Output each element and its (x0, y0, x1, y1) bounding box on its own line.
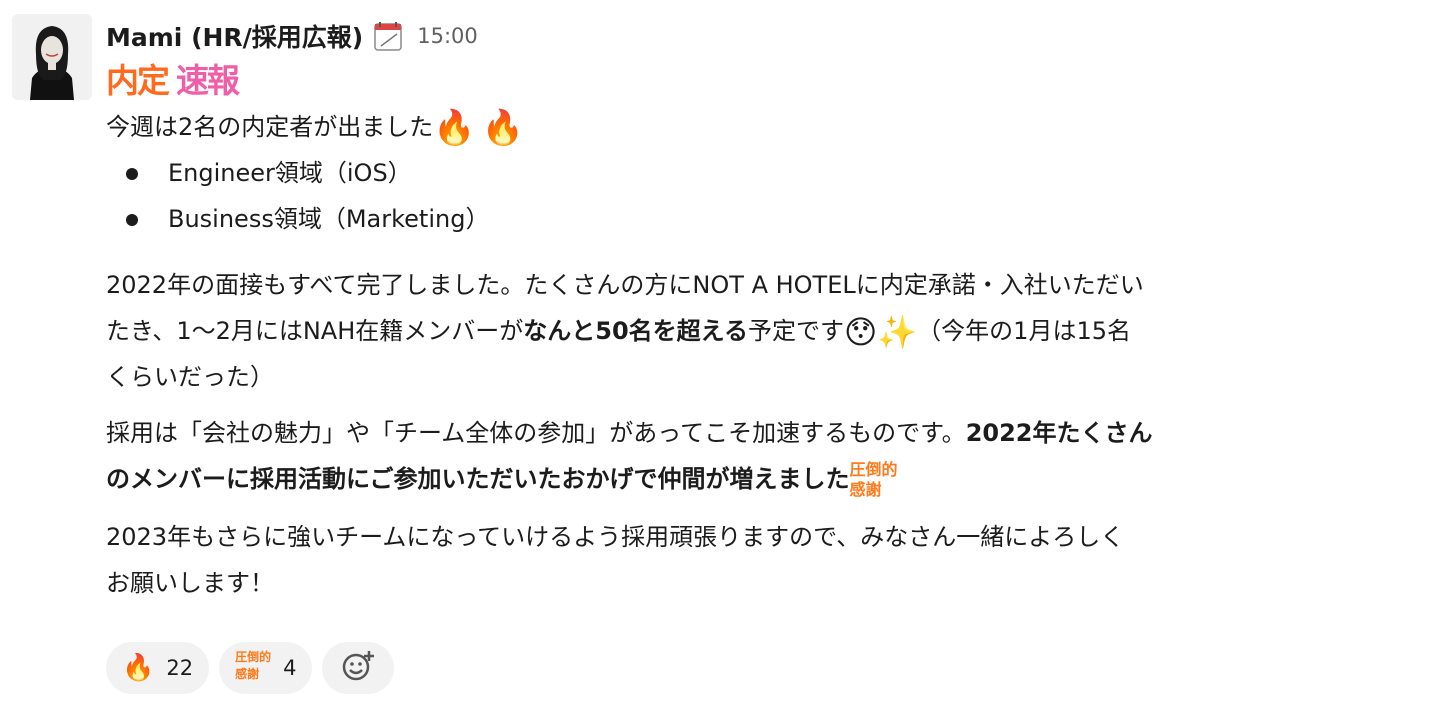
hushed-face-icon: 😯 (843, 313, 878, 351)
reaction-count: 4 (283, 656, 297, 680)
message: Mami (HR/採用広報) 15:00 内定 速報 今週は2名の内定者が出まし… (106, 14, 1426, 606)
bold-text: 2022年たくさん (965, 419, 1153, 447)
paragraph-line: 2023年もさらに強いチームになっていけるよう採用頑張りますので、みなさん一緒に… (106, 523, 1125, 551)
paragraph-line: 2022年の面接もすべて完了しました。たくさんの方にNOT A HOTELに内定… (106, 271, 1144, 299)
reaction-gratitude[interactable]: 圧倒的 感謝 4 (219, 642, 313, 694)
bold-text: のメンバーに採用活動にご参加いただいたおかげで仲間が増えました (106, 465, 850, 493)
paragraph-line: お願いします！ (106, 569, 274, 597)
paragraph-line: 採用は「会社の魅力」や「チーム全体の参加」があってこそ加速するものです。2022… (106, 419, 1153, 447)
intro-text: 今週は2名の内定者が出ました (106, 113, 434, 141)
list-item: Engineer領域（iOS） (106, 150, 1426, 196)
fire-icon: 🔥 (122, 653, 155, 683)
paragraph-2: 採用は「会社の魅力」や「チーム全体の参加」があってこそ加速するものです。2022… (106, 410, 1426, 504)
list-item: Business領域（Marketing） (106, 196, 1426, 242)
gratitude-stamp-icon: 圧倒的 感謝 (849, 460, 898, 499)
custom-stamp-row: 内定 速報 (106, 52, 1426, 104)
reaction-count: 22 (166, 656, 194, 680)
add-reaction-button[interactable] (322, 642, 395, 694)
author-name[interactable]: Mami (HR/採用広報) (106, 18, 363, 54)
fire-icon: 🔥 (481, 108, 524, 148)
bullet-list: Engineer領域（iOS） Business領域（Marketing） (106, 150, 1426, 242)
paragraph-line: くらいだった） (106, 363, 274, 391)
reactions-bar: 🔥 22 圧倒的 感謝 4 (106, 642, 395, 694)
paragraph-line: たき、1〜2月にはNAH在籍メンバーがなんと50名を超える予定です😯✨（今年の1… (106, 313, 1131, 351)
naitei-stamp: 内定 (106, 61, 170, 100)
paragraph-1: 2022年の面接もすべて完了しました。たくさんの方にNOT A HOTELに内定… (106, 262, 1426, 400)
paragraph-line: のメンバーに採用活動にご参加いただいたおかげで仲間が増えました圧倒的 感謝 (106, 456, 1426, 504)
bold-text: なんと50名を超える (523, 317, 748, 345)
gratitude-stamp-icon: 圧倒的 感謝 (235, 650, 272, 681)
reaction-fire[interactable]: 🔥 22 (106, 642, 210, 694)
add-reaction-icon (340, 648, 376, 689)
sparkles-icon: ✨ (877, 313, 918, 351)
timestamp[interactable]: 15:00 (417, 24, 478, 48)
calendar-icon (373, 20, 403, 52)
sokuho-stamp: 速報 (176, 61, 240, 100)
intro-line: 今週は2名の内定者が出ました🔥 🔥 (106, 104, 1426, 150)
avatar[interactable] (12, 14, 92, 100)
paragraph-3: 2023年もさらに強いチームになっていけるよう採用頑張りますので、みなさん一緒に… (106, 514, 1426, 606)
fire-icon: 🔥 (433, 108, 476, 148)
